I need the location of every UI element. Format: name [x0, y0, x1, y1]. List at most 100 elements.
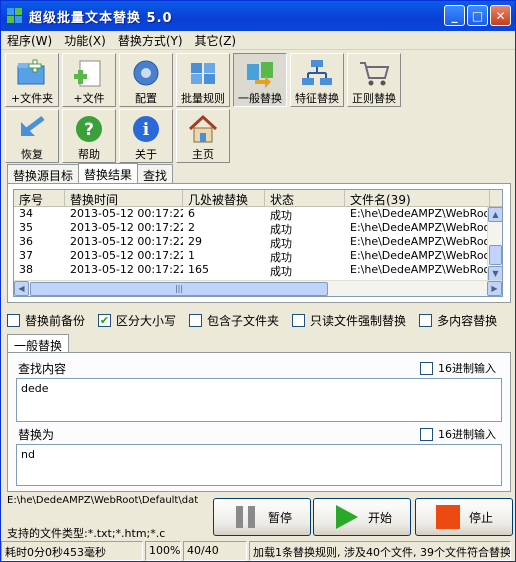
horizontal-scroll-thumb[interactable]: ||| — [30, 282, 328, 296]
col-index[interactable]: 序号 — [14, 190, 65, 206]
replace-panel: 查找内容 16进制输入 dede 替换为 16进制输入 nd — [7, 352, 511, 492]
close-button[interactable]: ✕ — [490, 5, 511, 26]
table-row[interactable]: 36 2013-05-12 00:17:22 29 成功 E:\he\DedeA… — [14, 235, 502, 249]
tab-find[interactable]: 查找 — [137, 164, 174, 184]
tab-normal-replace[interactable]: 一般替换 — [7, 334, 70, 353]
cell-count: 2 — [188, 221, 195, 234]
add-folder-label: +文件夹 — [10, 92, 54, 105]
find-input[interactable]: dede — [16, 378, 502, 422]
case-sensitive-label: 区分大小写 — [116, 313, 177, 328]
feature-replace-label: 特征替换 — [295, 92, 339, 105]
normal-replace-button[interactable]: 一般替换 — [233, 53, 287, 107]
maximize-button[interactable]: □ — [467, 5, 488, 26]
add-folder-icon — [17, 59, 45, 85]
start-button[interactable]: 开始 — [313, 498, 411, 536]
menu-program[interactable]: 程序(W) — [1, 32, 58, 49]
stop-button[interactable]: 停止 — [415, 498, 513, 536]
table-row[interactable]: 37 2013-05-12 00:17:22 1 成功 E:\he\DedeAM… — [14, 249, 502, 263]
find-hex-option[interactable]: 16进制输入 — [420, 360, 496, 376]
scroll-right-icon[interactable]: ▶ — [487, 281, 502, 296]
cell-time: 2013-05-12 00:17:22 — [70, 249, 183, 262]
scroll-up-icon[interactable]: ▲ — [488, 207, 502, 222]
tab-source-target[interactable]: 替换源目标 — [7, 164, 80, 184]
top-tabs: 替换源目标 替换结果 查找 — [7, 163, 174, 184]
vertical-scroll-thumb[interactable] — [489, 245, 502, 265]
option-readonly-force[interactable]: 只读文件强制替换 — [292, 312, 406, 329]
config-label: 配置 — [135, 92, 157, 105]
feature-replace-button[interactable]: 特征替换 — [290, 53, 344, 107]
table-row[interactable]: 35 2013-05-12 00:17:22 2 成功 E:\he\DedeAM… — [14, 221, 502, 235]
menu-bar: 程序(W) 功能(X) 替换方式(Y) 其它(Z) — [1, 31, 515, 50]
info-icon: i — [133, 116, 159, 142]
scroll-down-icon[interactable]: ▼ — [488, 266, 502, 281]
add-file-button[interactable]: +文件 — [62, 53, 116, 107]
app-window: 超级批量文本替换 5.0 _ □ ✕ 程序(W) 功能(X) 替换方式(Y) 其… — [0, 0, 516, 562]
list-header: 序号 替换时间 几处被替换 状态 文件名(39) — [14, 190, 502, 207]
case-sensitive-checkbox[interactable]: ✔ — [98, 313, 112, 327]
replace-hex-option[interactable]: 16进制输入 — [420, 426, 496, 442]
table-row[interactable]: 38 2013-05-12 00:17:22 165 成功 E:\he\Dede… — [14, 263, 502, 277]
tab-replace-results[interactable]: 替换结果 — [78, 163, 139, 184]
replace-input[interactable]: nd — [16, 444, 502, 486]
vertical-scrollbar[interactable]: ▲ ▼ — [487, 207, 502, 281]
col-time[interactable]: 替换时间 — [65, 190, 183, 206]
readonly-force-checkbox[interactable] — [292, 313, 306, 327]
normal-replace-label: 一般替换 — [238, 92, 282, 105]
status-elapsed: 耗时0分0秒453毫秒 — [1, 541, 143, 561]
options-row: 替换前备份 ✔ 区分大小写 包含子文件夹 只读文件强制替换 多内容替换 — [7, 309, 511, 331]
col-status[interactable]: 状态 — [265, 190, 345, 206]
subfolders-label: 包含子文件夹 — [207, 313, 280, 328]
menu-function[interactable]: 功能(X) — [58, 32, 112, 49]
minimize-button[interactable]: _ — [444, 5, 465, 26]
about-label: 关于 — [135, 148, 157, 161]
config-button[interactable]: 配置 — [119, 53, 173, 107]
col-count[interactable]: 几处被替换 — [183, 190, 265, 206]
option-multi-content[interactable]: 多内容替换 — [419, 312, 497, 329]
option-backup[interactable]: 替换前备份 — [7, 312, 85, 329]
replace-hex-checkbox[interactable] — [420, 427, 433, 441]
about-button[interactable]: i 关于 — [119, 109, 173, 163]
find-hex-checkbox[interactable] — [420, 361, 433, 375]
find-hex-label: 16进制输入 — [438, 362, 496, 375]
homepage-button[interactable]: 主页 — [176, 109, 230, 163]
stop-label: 停止 — [468, 510, 493, 525]
pause-button[interactable]: 暂停 — [213, 498, 311, 536]
menu-other[interactable]: 其它(Z) — [189, 32, 243, 49]
cell-time: 2013-05-12 00:17:22 — [70, 221, 183, 234]
help-button[interactable]: ? 帮助 — [62, 109, 116, 163]
col-filename[interactable]: 文件名(39) — [345, 190, 490, 206]
table-row[interactable]: 34 2013-05-12 00:17:22 6 成功 E:\he\DedeAM… — [14, 207, 502, 221]
cell-filename: E:\he\DedeAMPZ\WebRoot — [350, 235, 490, 248]
cart-icon — [360, 62, 390, 86]
home-icon — [188, 114, 218, 143]
supported-filetypes: 支持的文件类型:*.txt;*.htm;*.c — [7, 527, 166, 540]
regex-replace-button[interactable]: 正则替换 — [347, 53, 401, 107]
multi-content-checkbox[interactable] — [419, 313, 433, 327]
restore-button[interactable]: 恢复 — [5, 109, 59, 163]
cell-index: 35 — [19, 221, 33, 234]
app-icon — [7, 8, 23, 24]
batch-rules-button[interactable]: 批量规则 — [176, 53, 230, 107]
cell-status: 成功 — [270, 265, 292, 277]
menu-replace-mode[interactable]: 替换方式(Y) — [112, 32, 189, 49]
add-file-icon — [74, 60, 101, 87]
horizontal-scrollbar[interactable]: ◀ ||| ▶ — [14, 280, 502, 296]
homepage-label: 主页 — [192, 148, 214, 161]
add-folder-button[interactable]: +文件夹 — [5, 53, 59, 107]
cell-time: 2013-05-12 00:17:22 — [70, 235, 183, 248]
cell-count: 29 — [188, 235, 202, 248]
title-bar[interactable]: 超级批量文本替换 5.0 _ □ ✕ — [1, 1, 515, 31]
results-list[interactable]: 序号 替换时间 几处被替换 状态 文件名(39) 34 2013-05-12 0… — [13, 189, 503, 297]
subfolders-checkbox[interactable] — [189, 313, 203, 327]
option-case-sensitive[interactable]: ✔ 区分大小写 — [98, 312, 176, 329]
readonly-force-label: 只读文件强制替换 — [310, 313, 407, 328]
cell-count: 165 — [188, 263, 209, 276]
option-subfolders[interactable]: 包含子文件夹 — [189, 312, 279, 329]
window-title: 超级批量文本替换 5.0 — [29, 10, 173, 26]
backup-checkbox[interactable] — [7, 313, 20, 327]
status-bar: 耗时0分0秒453毫秒 100% 40/40 加载1条替换规则, 涉及40个文件… — [1, 541, 515, 561]
scroll-left-icon[interactable]: ◀ — [14, 281, 29, 296]
replace-hex-label: 16进制输入 — [438, 428, 496, 441]
batch-rules-label: 批量规则 — [181, 92, 225, 105]
stop-icon — [435, 505, 460, 529]
